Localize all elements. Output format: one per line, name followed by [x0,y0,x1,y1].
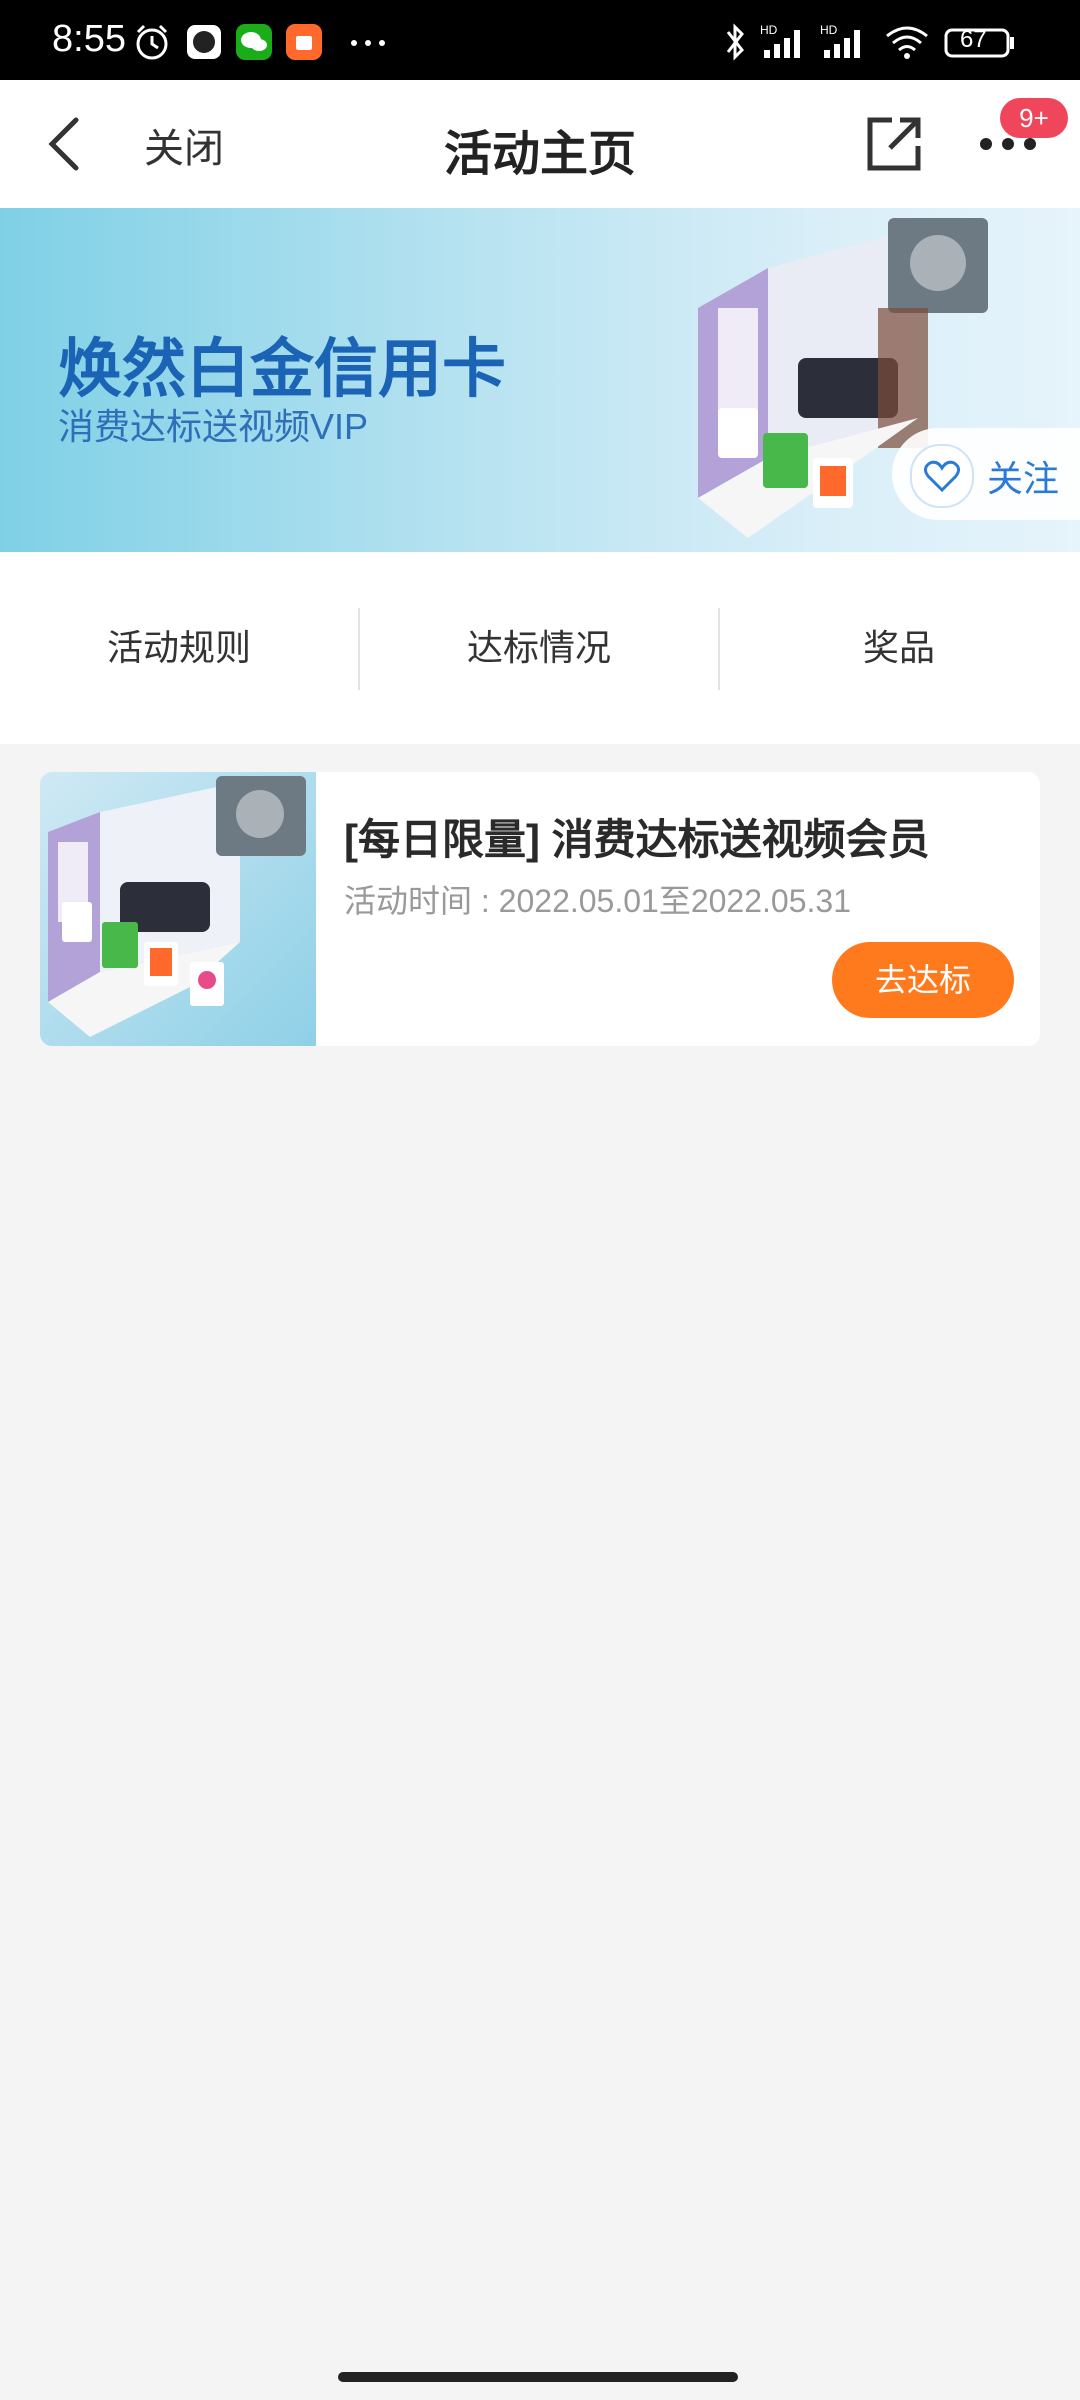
shop-icon [284,22,324,66]
bluetooth-icon [720,22,750,66]
chevron-left-icon [48,117,79,171]
signal-hd-icon: HD [820,22,872,66]
top-nav-bar: 关闭 活动主页 [0,80,1080,208]
home-indicator[interactable] [338,2372,738,2382]
banner-subtitle: 消费达标送视频VIP [58,406,369,447]
status-time: 8:55 [52,18,126,60]
wechat-icon [234,22,274,66]
tab-compliance-status[interactable]: 达标情况 [360,608,718,688]
tab-bar: 活动规则 达标情况 奖品 [0,552,1080,744]
share-icon [867,117,921,171]
follow-button[interactable]: 关注 [892,428,1080,520]
back-button[interactable] [36,112,96,176]
close-link[interactable]: 关闭 [144,116,224,174]
activity-thumbnail [40,772,316,1046]
svg-text:HD: HD [760,23,778,37]
status-bar: 8:55 HD HD 67 [0,0,1080,80]
signal-hd-icon: HD [760,22,812,66]
banner-title: 焕然白金信用卡 [58,333,506,405]
heart-icon [910,444,974,508]
activity-time: 活动时间 : 2022.05.01至2022.05.31 [344,883,851,919]
svg-text:HD: HD [820,23,838,37]
notification-badge: 9+ [1000,98,1068,138]
app-icon [184,22,224,66]
share-button[interactable] [862,112,926,176]
battery-level: 67 [960,26,987,53]
more-dots-icon [348,34,388,53]
alarm-icon [132,22,172,66]
go-qualify-button[interactable]: 去达标 [832,942,1014,1018]
tab-prizes[interactable]: 奖品 [720,608,1078,688]
follow-label: 关注 [987,458,1060,499]
activity-title: [每日限量] 消费达标送视频会员 [344,816,930,863]
wifi-icon [884,22,930,66]
tab-activity-rules[interactable]: 活动规则 [0,608,358,688]
activity-card[interactable]: [每日限量] 消费达标送视频会员 活动时间 : 2022.05.01至2022.… [40,772,1040,1046]
